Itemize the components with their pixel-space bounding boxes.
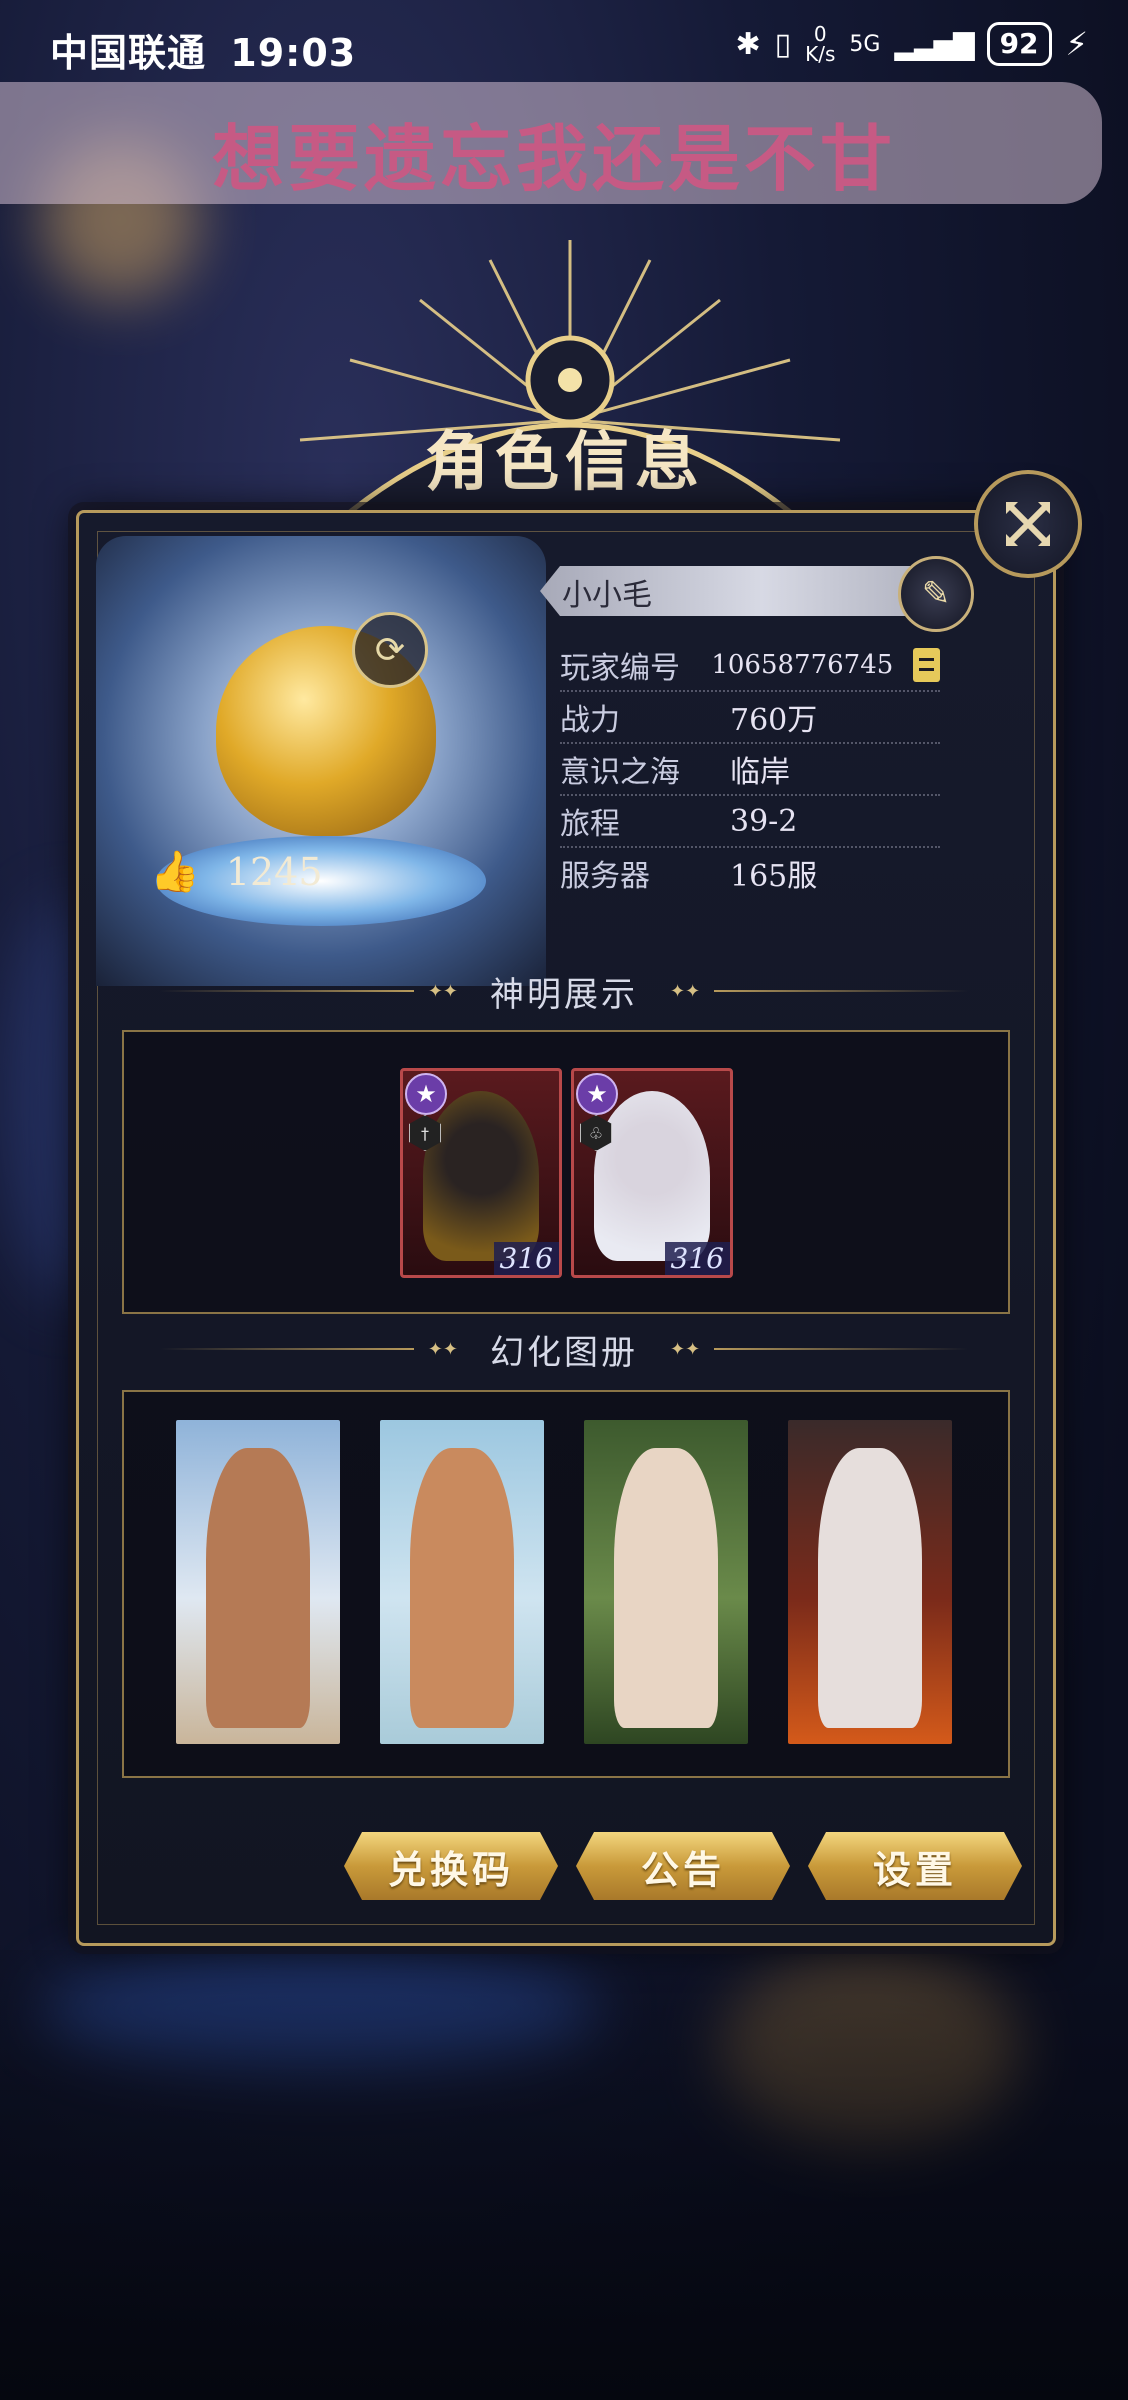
background-game-ui <box>0 1950 1128 2400</box>
network-type: 5G <box>849 31 881 57</box>
carrier-name: 中国联通 <box>50 31 207 75</box>
skins-section-header: ✦✦ 幻化图册 ✦✦ <box>160 1324 968 1374</box>
star-icon: ★ <box>576 1073 618 1115</box>
gods-showcase <box>122 1030 1010 1314</box>
settings-button[interactable]: 设置 <box>808 1832 1022 1900</box>
like-count: 1245 <box>225 849 323 894</box>
god-level: 316 <box>664 1242 730 1275</box>
refresh-icon: ⟳ <box>374 629 406 671</box>
god-card[interactable]: ★ † 316 <box>400 1068 562 1278</box>
signal-icon: ▂▃▅▇ <box>894 27 974 61</box>
skin-card[interactable] <box>176 1420 340 1744</box>
skins-section-title: 幻化图册 <box>490 1332 638 1373</box>
close-button[interactable] <box>974 470 1082 578</box>
skin-card[interactable] <box>584 1420 748 1744</box>
gods-section-header: ✦✦ 神明展示 ✦✦ <box>160 966 968 1016</box>
player-info-table: 玩家编号 10658776745 战力 760万 意识之海 临岸 旅程 39-2… <box>560 640 940 898</box>
thumbs-up-icon: 👍 <box>150 849 200 895</box>
info-row-journey: 旅程 39-2 <box>560 796 940 848</box>
battery-indicator: 92 <box>986 22 1052 66</box>
quill-icon: ✎ <box>921 574 951 614</box>
player-name: 小小毛 <box>562 578 652 613</box>
change-avatar-button[interactable]: ⟳ <box>352 612 428 688</box>
banner-text: 想要遗忘我还是不甘 <box>212 117 897 201</box>
skin-card[interactable] <box>788 1420 952 1744</box>
charging-icon: ⚡ <box>1065 25 1088 63</box>
net-speed: 0 K/s <box>805 22 836 66</box>
player-avatar[interactable]: ⟳ <box>96 536 546 986</box>
gods-section-title: 神明展示 <box>490 974 638 1015</box>
god-level: 316 <box>493 1242 559 1275</box>
copy-id-icon[interactable] <box>913 648 940 682</box>
skin-card[interactable] <box>380 1420 544 1744</box>
redeem-code-button[interactable]: 兑换码 <box>344 1832 558 1900</box>
info-row-player-id: 玩家编号 10658776745 <box>560 640 940 692</box>
panel-title: 角色信息 <box>425 425 705 500</box>
info-row-sea: 意识之海 临岸 <box>560 744 940 796</box>
bluetooth-icon: ✱ <box>735 26 761 62</box>
close-icon <box>1006 502 1050 546</box>
star-icon: ★ <box>405 1073 447 1115</box>
edit-name-button[interactable]: ✎ <box>898 556 974 632</box>
info-row-power: 战力 760万 <box>560 692 940 744</box>
god-card[interactable]: ★ ♧ 316 <box>571 1068 733 1278</box>
clock: 19:03 <box>230 31 357 75</box>
like-counter[interactable]: 👍 1245 <box>150 848 323 895</box>
announcement-button[interactable]: 公告 <box>576 1832 790 1900</box>
lyric-banner[interactable]: 想要遗忘我还是不甘 <box>0 82 1102 204</box>
info-row-server: 服务器 165服 <box>560 859 818 894</box>
vibrate-icon: ▯ <box>774 26 792 62</box>
